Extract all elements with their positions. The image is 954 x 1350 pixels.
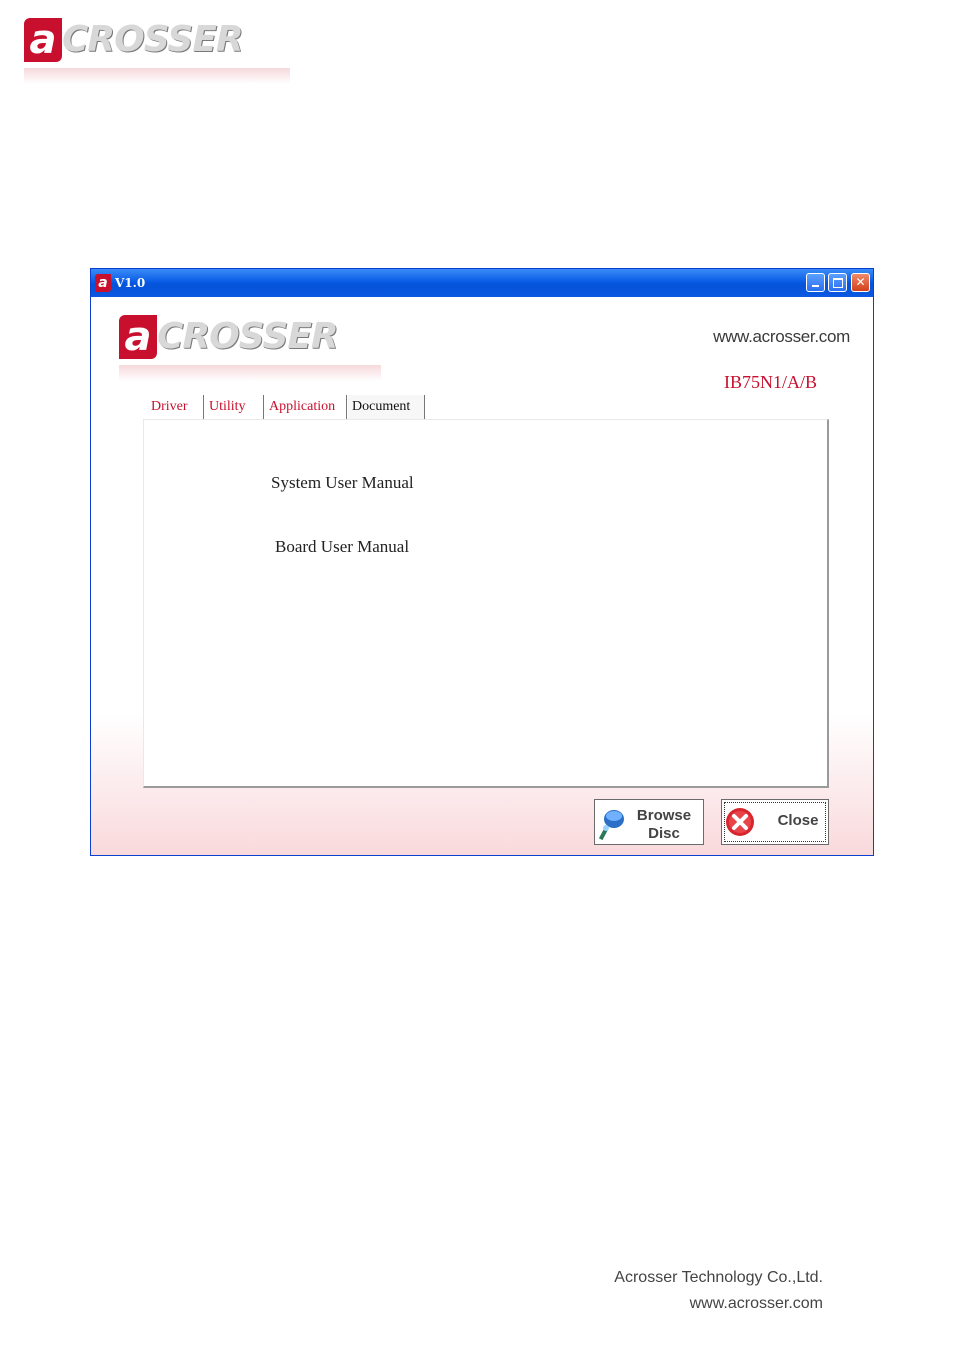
window-close-button[interactable]: ✕	[851, 273, 870, 292]
model-name: IB75N1/A/B	[723, 372, 817, 392]
disc-search-icon	[598, 810, 624, 841]
close-icon	[726, 808, 754, 836]
logo-reflection	[24, 68, 290, 84]
system-user-manual-link[interactable]: System User Manual	[271, 472, 414, 494]
window-logo: a CROSSER	[119, 315, 381, 381]
title-bar[interactable]: a V1.0 ✕	[91, 269, 873, 297]
logo-mark: a	[24, 18, 62, 62]
minimize-button[interactable]	[806, 273, 825, 292]
window-title: V1.0	[115, 276, 146, 290]
website-url: www.acrosser.com	[713, 327, 850, 346]
page-logo: a CROSSER	[24, 18, 290, 84]
tab-document[interactable]: Document	[347, 395, 425, 419]
close-label: Close	[777, 812, 819, 829]
logo-wordmark: CROSSER	[62, 19, 244, 60]
browse-disc-label: Browse Disc	[636, 807, 692, 842]
logo-mark: a	[119, 315, 157, 359]
logo-reflection	[119, 365, 381, 381]
logo-wordmark: CROSSER	[157, 316, 339, 357]
app-icon: a	[95, 274, 111, 292]
board-user-manual-link[interactable]: Board User Manual	[275, 536, 409, 558]
maximize-icon	[833, 278, 843, 288]
browse-disc-button[interactable]: Browse Disc	[594, 799, 704, 845]
installer-window: a V1.0 ✕ a CROSSER www.acrosser.com IB75N…	[90, 268, 874, 856]
minimize-icon	[812, 285, 819, 287]
tab-driver[interactable]: Driver	[147, 395, 204, 419]
tab-utility[interactable]: Utility	[205, 395, 264, 419]
footer-company: Acrosser Technology Co.,Ltd.	[614, 1269, 823, 1286]
maximize-button[interactable]	[828, 273, 847, 292]
tab-application[interactable]: Application	[265, 395, 347, 419]
document-tab-panel: System User Manual Board User Manual	[143, 419, 829, 788]
footer-url: www.acrosser.com	[689, 1295, 823, 1312]
close-button[interactable]: Close	[721, 799, 829, 845]
